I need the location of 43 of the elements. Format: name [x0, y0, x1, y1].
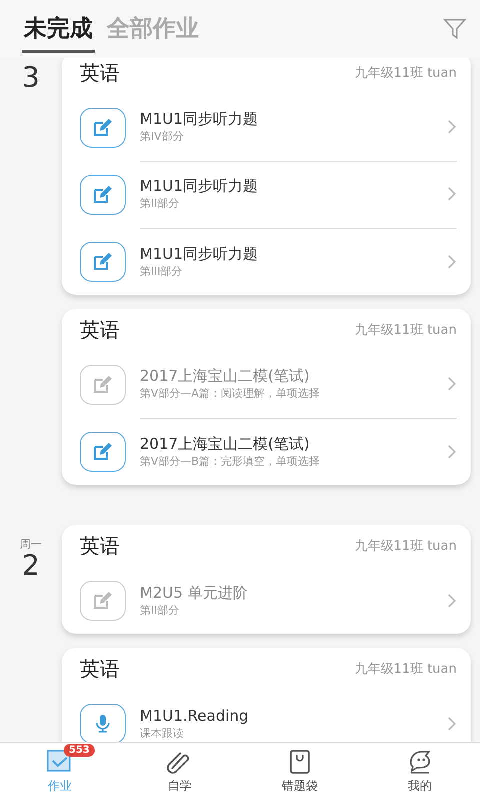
tab[interactable]: 未完成	[22, 5, 95, 53]
day-number: 2	[22, 552, 40, 580]
edit-icon	[92, 250, 114, 272]
nav-tab[interactable]: 我的	[408, 778, 432, 795]
chevron-right-icon[interactable]	[447, 119, 457, 135]
chevron-right-icon[interactable]	[447, 376, 457, 392]
edit-icon	[92, 374, 114, 396]
class-label: 九年级11班 tuan	[354, 538, 457, 555]
chevron-right-icon[interactable]	[447, 592, 457, 608]
edit-icon	[92, 590, 114, 612]
subject-title: 英语	[80, 60, 120, 86]
day-number: 3	[22, 64, 40, 92]
nav-tab[interactable]: 自学	[168, 778, 192, 795]
class-label: 九年级11班 tuan	[354, 661, 457, 678]
chevron-right-icon[interactable]	[447, 716, 457, 732]
subject-title: 英语	[80, 316, 120, 344]
chevron-right-icon[interactable]	[447, 444, 457, 460]
class-label: 九年级11班 tuan	[354, 65, 457, 82]
task-title[interactable]: M1U1同步听力题	[140, 177, 447, 195]
subject-title: 英语	[80, 656, 120, 682]
chevron-right-icon[interactable]	[447, 254, 457, 270]
task-subtitle: 课本跟读	[140, 726, 185, 740]
task-title[interactable]: M1U1同步听力题	[140, 244, 447, 262]
edit-icon	[92, 184, 114, 206]
subject-title: 英语	[80, 532, 120, 560]
count-badge: 553	[64, 744, 95, 757]
task-subtitle: 第V部分—B篇：完形填空，单项选择	[140, 454, 322, 468]
edit-icon	[92, 440, 114, 462]
chevron-right-icon[interactable]	[447, 186, 457, 202]
task-subtitle: 第IV部分	[140, 129, 185, 144]
weekday-label: 周一	[20, 537, 42, 552]
task-title[interactable]: M1U1.Reading	[140, 706, 447, 724]
class-label: 九年级11班 tuan	[354, 322, 457, 339]
task-title[interactable]: M1U1同步听力题	[140, 110, 447, 128]
task-title[interactable]: M2U5 单元进阶	[140, 584, 447, 602]
nav-tab[interactable]: 错题袋	[282, 778, 318, 795]
task-subtitle: 第III部分	[140, 264, 184, 278]
task-title[interactable]: 2017上海宝山二模(笔试)	[140, 367, 447, 385]
task-subtitle: 第II部分	[140, 602, 180, 618]
task-subtitle: 第II部分	[140, 196, 180, 211]
task-title[interactable]: 2017上海宝山二模(笔试)	[140, 434, 447, 452]
edit-icon	[92, 116, 114, 138]
task-subtitle: 第V部分—A篇：阅读理解，单项选择	[140, 386, 322, 401]
